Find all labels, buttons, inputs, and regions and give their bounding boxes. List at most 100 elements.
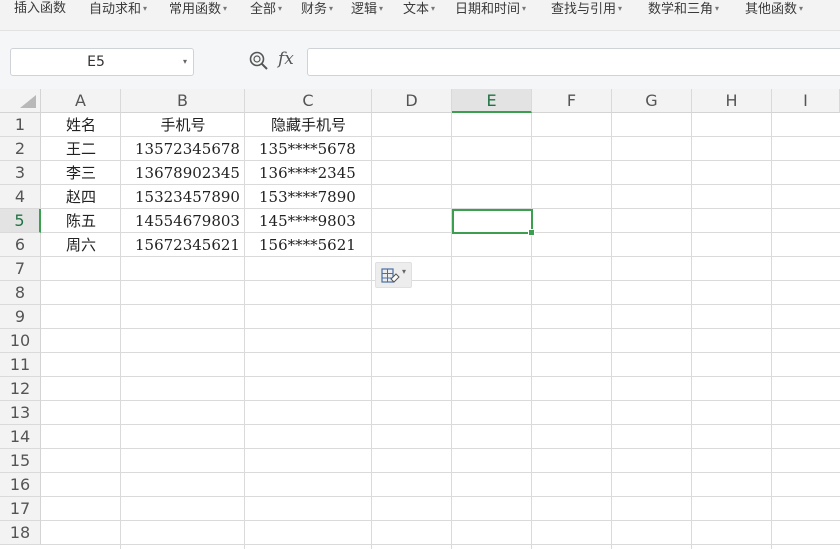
function-ribbon: 插入函数 自动求和 ▾ 常用函数 ▾ 全部 ▾ 财务 ▾ 逻辑 ▾ 文本 ▾ 日期和时间 ▾ 查找与引用 ▾ 数学… [0,0,840,31]
ribbon-item-label: 自动求和 [89,2,142,17]
cell-b6[interactable]: 15672345621 [135,233,245,257]
chevron-down-icon: ▾ [618,4,623,13]
cell-b5[interactable]: 14554679803 [135,209,245,233]
ribbon-item-4[interactable]: 财务 ▾ [301,0,333,18]
name-box-value[interactable]: E5 [11,49,181,75]
chevron-down-icon: ▾ [431,4,436,13]
ribbon-item-label: 查找与引用 [551,2,617,17]
ribbon-item-label: 其他函数 [745,2,798,17]
row-header-15[interactable]: 15 [0,449,41,473]
row-header-2[interactable]: 2 [0,137,41,161]
gridline [771,113,772,549]
row-header-17[interactable]: 17 [0,497,41,521]
ribbon-item-2[interactable]: 常用函数 ▾ [169,0,227,18]
gridline [451,113,452,549]
gridline [41,424,840,425]
gridline [41,352,840,353]
paste-options-button[interactable]: ▾ [375,262,412,288]
column-header-e[interactable]: E [452,89,532,113]
row-header-13[interactable]: 13 [0,401,41,425]
ribbon-item-0[interactable]: 插入函数 [14,0,66,18]
row-header-6[interactable]: 6 [0,233,41,257]
column-header-h[interactable]: H [692,89,772,113]
column-header-b[interactable]: B [121,89,245,113]
select-all-icon [20,95,36,108]
ribbon-item-label: 文本 [403,2,430,17]
column-header-i[interactable]: I [772,89,840,113]
ribbon-item-label: 插入函数 [14,1,67,16]
chevron-down-icon: ▾ [143,4,148,13]
row-header-8[interactable]: 8 [0,281,41,305]
cell-b4[interactable]: 15323457890 [135,185,245,209]
formula-input[interactable] [307,48,840,76]
gridline [41,544,840,545]
gridline [41,448,840,449]
cell-c6[interactable]: 156****5621 [259,233,372,257]
fill-handle[interactable] [528,229,535,236]
gridline [41,520,840,521]
insert-function-button[interactable]: fx [278,49,294,69]
column-header-a[interactable]: A [41,89,121,113]
row-header-16[interactable]: 16 [0,473,41,497]
cell-c2[interactable]: 135****5678 [259,137,372,161]
row-header-14[interactable]: 14 [0,425,41,449]
name-box[interactable]: E5 ▾ [10,48,194,76]
row-header-1[interactable]: 1 [0,113,41,137]
row-header-7[interactable]: 7 [0,257,41,281]
row-header-3[interactable]: 3 [0,161,41,185]
cell-c5[interactable]: 145****9803 [259,209,372,233]
ribbon-item-label: 日期和时间 [455,2,521,17]
row-header-12[interactable]: 12 [0,377,41,401]
row-header-18[interactable]: 18 [0,521,41,545]
cell-a2[interactable]: 王二 [41,137,121,161]
row-header-4[interactable]: 4 [0,185,41,209]
row-header-10[interactable]: 10 [0,329,41,353]
ribbon-item-1[interactable]: 自动求和 ▾ [89,0,147,18]
ribbon-item-3[interactable]: 全部 ▾ [250,0,282,18]
column-header-f[interactable]: F [532,89,612,113]
active-cell-selection[interactable] [452,209,535,236]
cell-a3[interactable]: 李三 [41,161,121,185]
ribbon-item-8[interactable]: 查找与引用 ▾ [551,0,622,18]
ribbon-item-label: 财务 [301,2,328,17]
column-header-d[interactable]: D [372,89,452,113]
chevron-down-icon: ▾ [278,4,283,13]
ribbon-item-9[interactable]: 数学和三角 ▾ [648,0,719,18]
ribbon-item-label: 数学和三角 [648,2,714,17]
name-box-dropdown-icon[interactable]: ▾ [183,49,187,75]
chevron-down-icon: ▾ [223,4,228,13]
column-header-g[interactable]: G [612,89,692,113]
gridline [611,113,612,549]
cell-a5[interactable]: 陈五 [41,209,121,233]
ribbon-item-5[interactable]: 逻辑 ▾ [351,0,383,18]
formula-bar: E5 ▾ fx [0,31,840,89]
paste-options-dropdown-icon: ▾ [402,267,407,276]
gridline [41,496,840,497]
cell-b3[interactable]: 13678902345 [135,161,245,185]
gridline [691,113,692,549]
column-header-c[interactable]: C [245,89,372,113]
gridline [531,113,532,549]
select-all-button[interactable] [0,89,41,113]
row-header-5[interactable]: 5 [0,209,41,233]
row-header-9[interactable]: 9 [0,305,41,329]
cell-a4[interactable]: 赵四 [41,185,121,209]
chevron-down-icon: ▾ [329,4,334,13]
gridline [41,304,840,305]
ribbon-item-7[interactable]: 日期和时间 ▾ [455,0,526,18]
chevron-down-icon: ▾ [715,4,720,13]
cell-a1[interactable]: 姓名 [41,113,121,137]
row-header-11[interactable]: 11 [0,353,41,377]
ribbon-item-10[interactable]: 其他函数 ▾ [745,0,803,18]
cell-b1[interactable]: 手机号 [121,113,245,137]
cell-c1[interactable]: 隐藏手机号 [245,113,372,137]
cell-b2[interactable]: 13572345678 [135,137,245,161]
cell-c4[interactable]: 153****7890 [259,185,372,209]
cell-a6[interactable]: 周六 [41,233,121,257]
paste-options-icon [381,268,400,283]
gridline [41,376,840,377]
cell-c3[interactable]: 136****2345 [259,161,372,185]
spreadsheet-grid[interactable]: A B C D E F G H I 1 2 3 4 5 6 7 8 9 10 11 12 13 14 15 16 17 18 姓名 手机… [0,89,840,549]
magnifier-icon[interactable] [248,50,270,72]
ribbon-item-6[interactable]: 文本 ▾ [403,0,435,18]
